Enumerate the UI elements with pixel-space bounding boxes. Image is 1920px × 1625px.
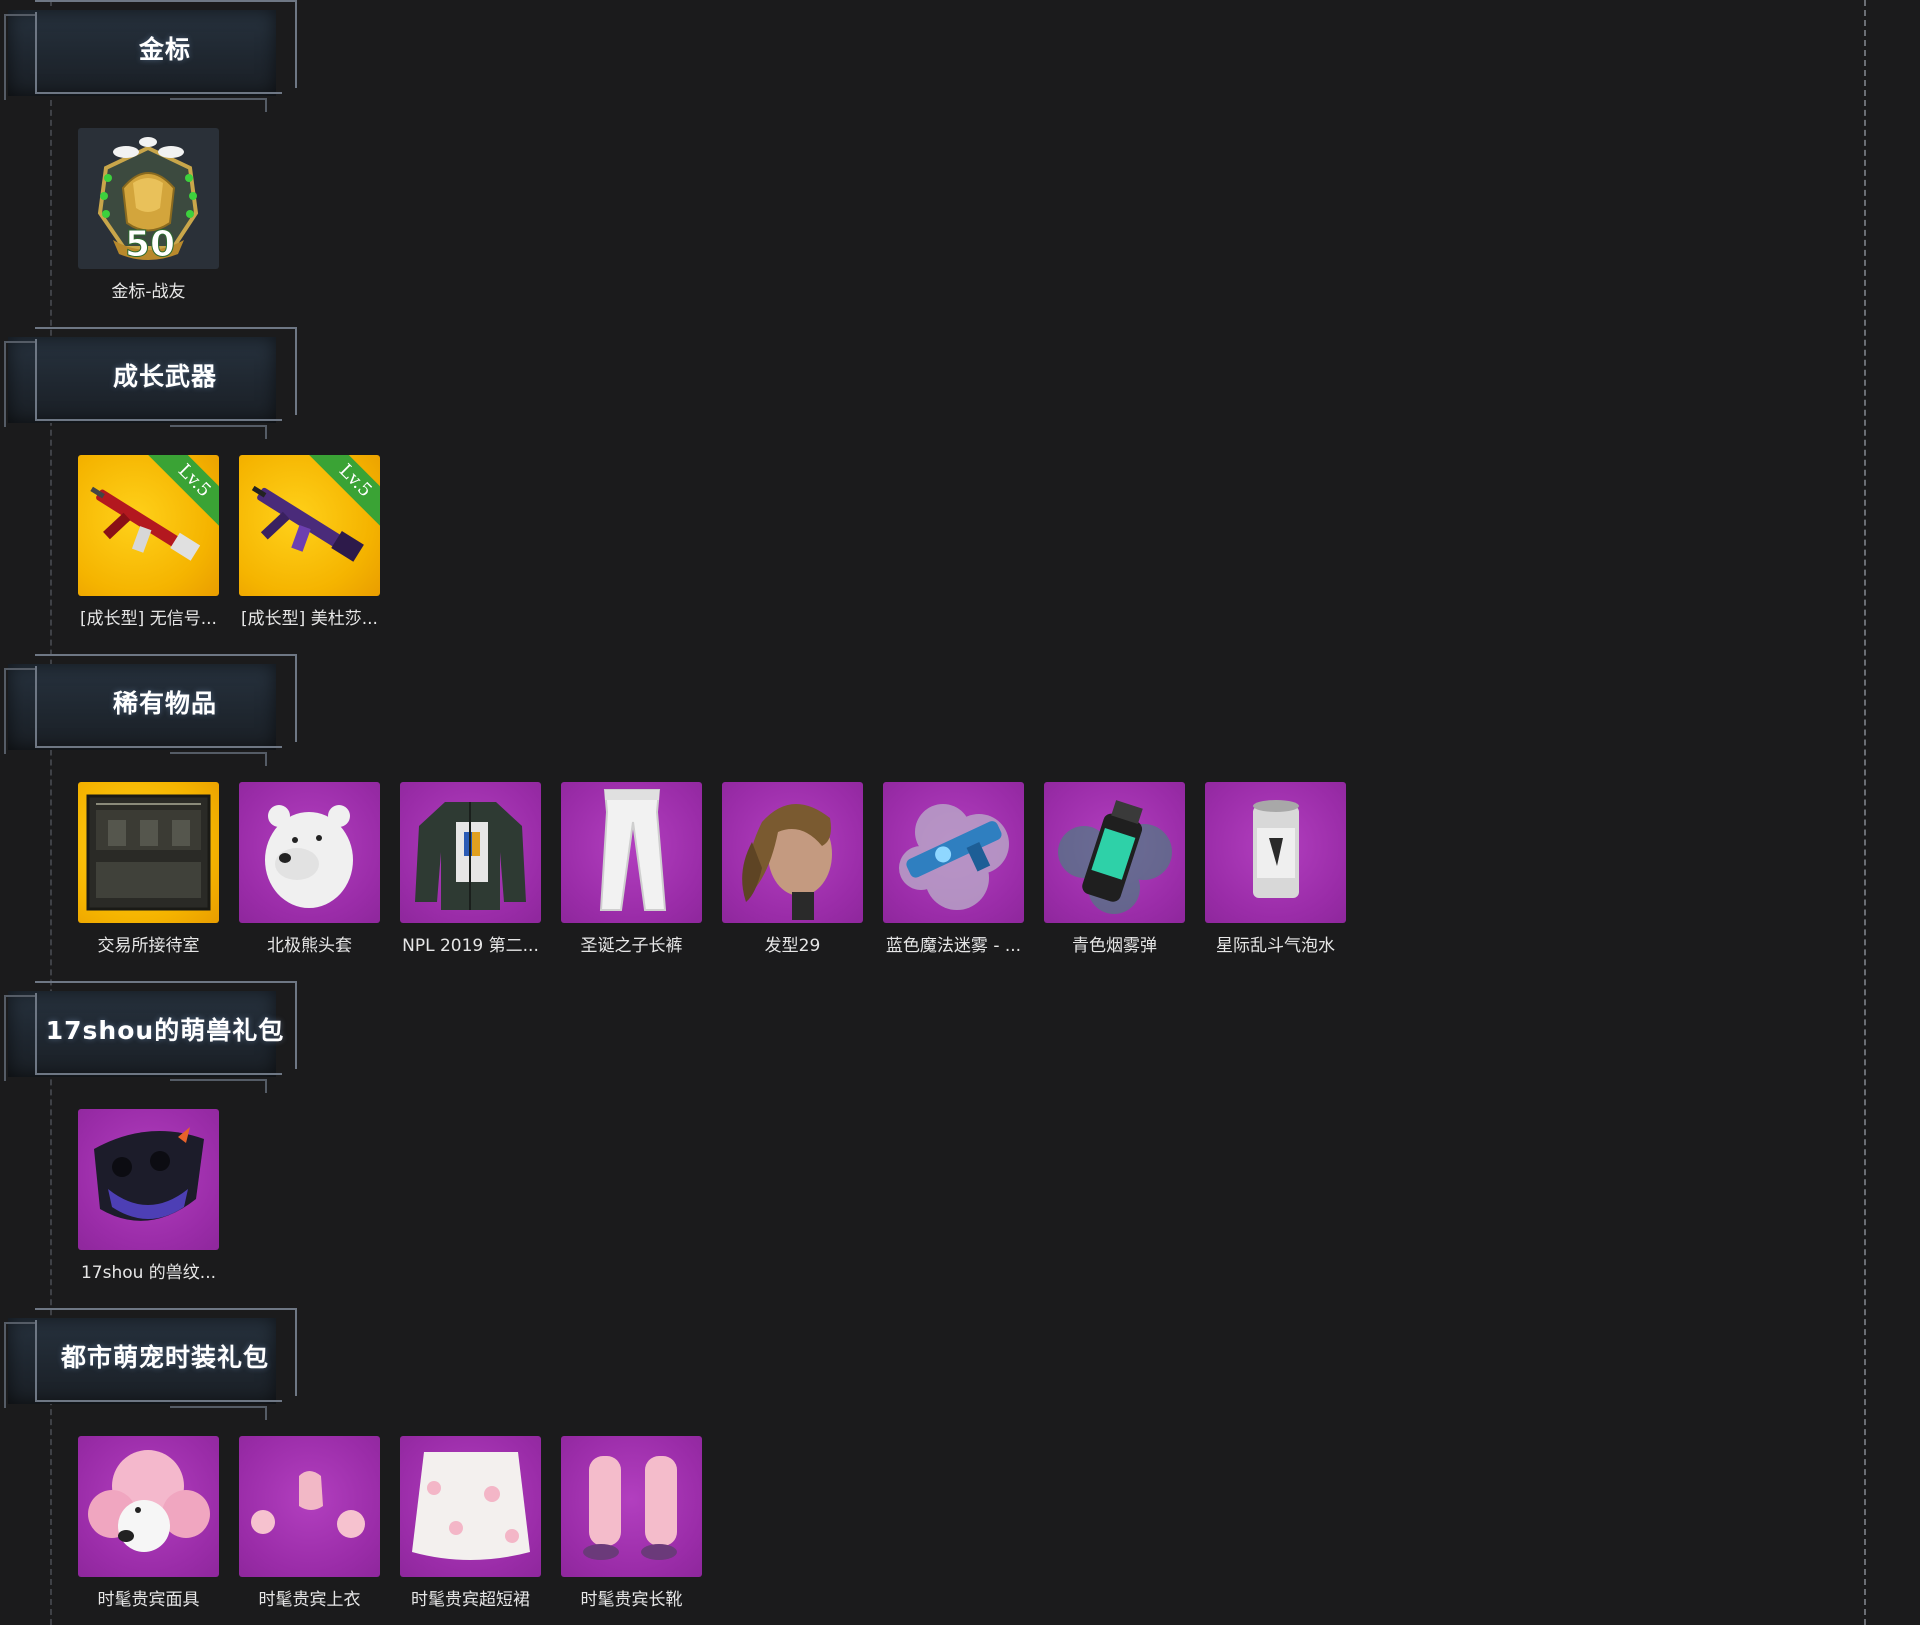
section-title: 都市萌宠时装礼包: [60, 1343, 269, 1372]
item-card[interactable]: 时髦贵宾面具: [78, 1436, 219, 1610]
section-header: 金标: [0, 0, 300, 116]
section-header: 17shou的萌兽礼包: [0, 981, 300, 1097]
item-label: 时髦贵宾长靴: [580, 1590, 683, 1610]
section-title: 17shou的萌兽礼包: [45, 1016, 285, 1045]
smoke-grenade-icon: [1044, 782, 1185, 923]
item-label: 青色烟雾弹: [1072, 936, 1157, 956]
item-card[interactable]: 17shou 的兽纹...: [78, 1109, 219, 1283]
pet-skirt-icon: [400, 1436, 541, 1577]
item-card[interactable]: 北极熊头套: [239, 782, 380, 956]
item-label: 时髦贵宾上衣: [258, 1590, 361, 1610]
room-icon: [78, 782, 219, 923]
item-card[interactable]: 星际乱斗气泡水: [1205, 782, 1346, 956]
item-card[interactable]: 圣诞之子长裤: [561, 782, 702, 956]
item-card[interactable]: 交易所接待室: [78, 782, 219, 956]
poodle-mask-icon: [78, 1436, 219, 1577]
section-title: 金标: [138, 35, 191, 64]
section-title: 成长武器: [112, 362, 217, 391]
item-card[interactable]: 青色烟雾弹: [1044, 782, 1185, 956]
pants-icon: [561, 782, 702, 923]
page-divider: [1864, 0, 1866, 1625]
item-label: 星际乱斗气泡水: [1216, 936, 1335, 956]
item-card[interactable]: Lv.5 [成长型] 无信号...: [78, 455, 219, 629]
item-label: [成长型] 美杜莎...: [241, 609, 378, 629]
hairstyle-icon: [722, 782, 863, 923]
gold-badge-icon: 50: [78, 128, 219, 269]
rifle-icon: Lv.5: [239, 455, 380, 596]
item-label: 蓝色魔法迷雾 - ...: [885, 936, 1022, 956]
item-card[interactable]: 蓝色魔法迷雾 - ...: [883, 782, 1024, 956]
pet-top-icon: [239, 1436, 380, 1577]
item-card[interactable]: 50 金标-战友: [78, 128, 219, 302]
item-label: 发型29: [764, 936, 821, 956]
item-card[interactable]: 时髦贵宾长靴: [561, 1436, 702, 1610]
section-title: 稀有物品: [112, 689, 217, 718]
item-label: 北极熊头套: [267, 936, 352, 956]
item-card[interactable]: 发型29: [722, 782, 863, 956]
item-label: 圣诞之子长裤: [580, 936, 683, 956]
item-label: NPL 2019 第二...: [402, 936, 539, 956]
section-header: 成长武器: [0, 327, 300, 443]
item-label: 17shou 的兽纹...: [80, 1263, 217, 1283]
smoke-gun-icon: [883, 782, 1024, 923]
badge-number: 50: [125, 224, 175, 265]
item-card[interactable]: Lv.5 [成长型] 美杜莎...: [239, 455, 380, 629]
item-label: 金标-战友: [111, 282, 186, 302]
section-header: 都市萌宠时装礼包: [0, 1308, 300, 1424]
item-label: 时髦贵宾超短裙: [411, 1590, 530, 1610]
section-header: 稀有物品: [0, 654, 300, 770]
item-label: 时髦贵宾面具: [97, 1590, 200, 1610]
polar-bear-head-icon: [239, 782, 380, 923]
item-card[interactable]: 时髦贵宾上衣: [239, 1436, 380, 1610]
beast-mask-icon: [78, 1109, 219, 1250]
item-card[interactable]: 时髦贵宾超短裙: [400, 1436, 541, 1610]
item-label: 交易所接待室: [97, 936, 200, 956]
item-label: [成长型] 无信号...: [80, 609, 217, 629]
jacket-icon: [400, 782, 541, 923]
soda-can-icon: [1205, 782, 1346, 923]
item-card[interactable]: NPL 2019 第二...: [400, 782, 541, 956]
rifle-icon: Lv.5: [78, 455, 219, 596]
pet-boots-icon: [561, 1436, 702, 1577]
